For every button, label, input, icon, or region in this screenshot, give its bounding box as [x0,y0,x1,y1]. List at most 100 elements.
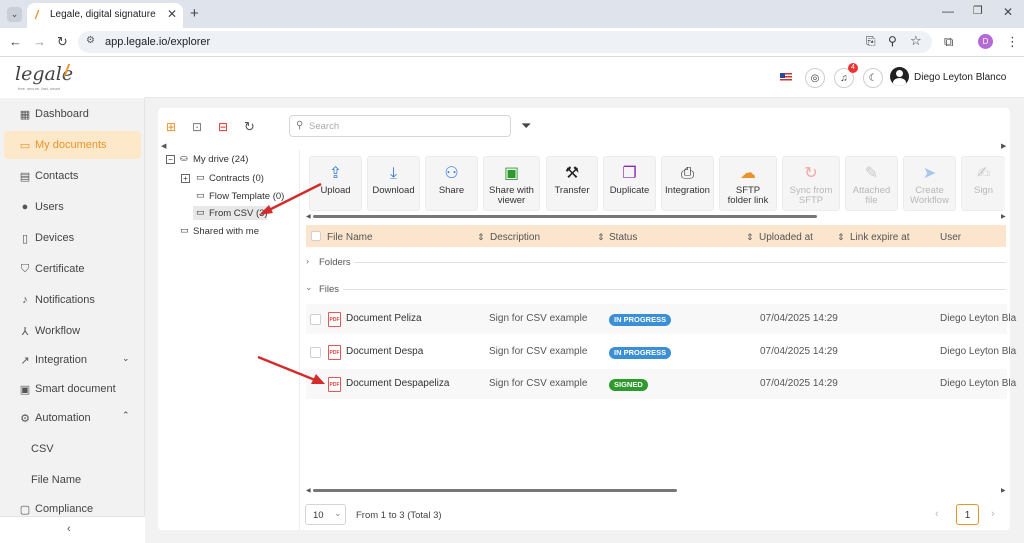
create-workflow-button[interactable]: ➤ Create Workflow [903,156,956,211]
url-field[interactable]: ⚙ app.legale.io/explorer ⎘ ⚲ ☆ [78,31,932,53]
share-with-viewer-button[interactable]: ▣ Share with viewer [483,156,540,211]
new-tab-icon[interactable]: + [190,6,199,21]
search-input[interactable]: ⚲ Search [289,115,511,137]
install-app-icon[interactable]: ⎘ [866,34,876,49]
scroll-left-icon[interactable]: ◀ [161,142,166,150]
sidebar-item-certificate[interactable]: ⛉ Certificate [4,255,141,283]
scroll-right-icon[interactable]: ▶ [1001,142,1006,150]
table-scrollbar-thumb[interactable] [313,489,677,492]
transfer-button[interactable]: ⚒ Transfer [546,156,598,211]
table-row[interactable]: PDF Document Peliza Sign for CSV example… [306,304,1016,334]
site-settings-icon[interactable]: ⚙ [86,35,95,46]
send-icon: ➤ [922,165,937,182]
sign-button[interactable]: ✍ Sign [961,156,1005,211]
chevron-right-icon[interactable]: › [306,256,309,266]
sidebar-item-dashboard[interactable]: ▦ Dashboard [4,100,141,128]
browser-tab[interactable]: / Legale, digital signature ✕ [27,3,183,28]
filter-icon[interactable]: ⏷ [521,118,531,134]
logo[interactable]: legale / free. secure. fast. smart [0,58,145,98]
collapse-icon[interactable]: − [166,155,175,164]
dark-mode-icon[interactable]: ☾ [863,68,883,88]
search-icon: ⚲ [296,120,304,131]
expand-icon[interactable]: + [181,174,190,183]
sidebar-item-notifications[interactable]: ♪ Notifications [4,286,141,314]
sort-icon[interactable]: ⇕ [837,227,845,248]
tree-item-shared[interactable]: Shared with me [193,226,259,237]
reload-icon[interactable]: ↻ [57,35,68,48]
minimize-icon[interactable]: — [942,5,954,17]
download-button[interactable]: ⤓ Download [367,156,420,211]
avatar[interactable] [890,67,909,86]
integration-button[interactable]: ⎙ Integration [661,156,714,211]
us-flag-icon[interactable] [780,73,792,82]
sign-label: Sign [973,185,993,196]
sidebar-item-automation[interactable]: ⚙ Automation ⌃ [4,404,141,432]
sidebar-collapse-bar[interactable]: ‹ [0,516,145,543]
column-header-link-expire-at[interactable]: Link expire at [850,227,909,248]
sidebar-item-csv[interactable]: CSV [4,435,141,463]
file-name[interactable]: Document Peliza [346,304,422,334]
user-name[interactable]: Diego Leyton Blanco [914,72,1006,83]
chevron-down-icon[interactable]: ⌄ [305,282,313,293]
zoom-icon[interactable]: ⚲ [888,34,897,48]
sidebar-item-integration[interactable]: ↗ Integration ⌄ [4,346,141,374]
restore-icon[interactable]: ❐ [973,6,983,17]
sort-icon[interactable]: ⇕ [746,227,754,248]
tab-list-icon[interactable]: ⌄ [7,7,22,22]
prev-page-icon[interactable]: ‹ [935,508,939,520]
sync-from-sftp-button[interactable]: ↻ Sync from SFTP [782,156,840,211]
sidebar-item-users[interactable]: ● Users [4,193,141,221]
table-row[interactable]: PDF Document Despapeliza Sign for CSV ex… [306,369,1016,399]
sidebar-item-my-documents[interactable]: ▭ My documents [4,131,141,159]
profile-avatar[interactable]: D [978,34,993,49]
browser-menu-icon[interactable]: ⋮ [1006,35,1019,48]
column-header-status[interactable]: Status [609,227,637,248]
support-icon[interactable]: ◎ [805,68,825,88]
move-folder-icon[interactable]: ⊡ [192,120,202,134]
tree-root[interactable]: My drive (24) [193,154,248,165]
new-folder-icon[interactable]: ⊞ [166,120,176,134]
close-tab-icon[interactable]: ✕ [167,7,177,21]
column-header-uploaded-at[interactable]: Uploaded at [759,227,813,248]
column-header-user[interactable]: User [940,227,961,248]
back-icon[interactable]: ← [9,35,22,48]
sidebar-item-contacts[interactable]: ▤ Contacts [4,162,141,190]
table-row[interactable]: PDF Document Despa Sign for CSV example … [306,337,1016,367]
sidebar-item-smart-document[interactable]: ▣ Smart document [4,375,141,403]
sidebar-item-workflow[interactable]: ⅄ Workflow [4,317,141,345]
page-size-select[interactable]: 10 ⌄ [305,504,346,525]
sort-icon[interactable]: ⇕ [477,227,485,248]
attached-file-button[interactable]: ✎ Attached file [845,156,898,211]
sidebar-item-file-name[interactable]: File Name [4,466,141,494]
divider [354,262,1006,263]
column-header-file-name[interactable]: File Name [327,227,373,248]
user-icon: ● [21,201,29,213]
duplicate-button[interactable]: ❐ Duplicate [603,156,656,211]
scroll-right-icon[interactable]: ▶ [1001,487,1006,494]
delete-folder-icon[interactable]: ⊟ [218,120,228,134]
select-all-checkbox[interactable] [311,231,321,241]
sidebar-item-compliance[interactable]: ▢ Compliance [4,500,141,516]
smart-document-icon: ▣ [19,383,31,396]
sidebar-item-devices[interactable]: ▯ Devices [4,224,141,252]
sidebar-item-label: Smart document [35,383,116,395]
bookmark-star-icon[interactable]: ☆ [910,33,922,49]
refresh-icon[interactable]: ↻ [244,119,255,135]
page-button-current[interactable]: 1 [956,504,979,525]
share-button[interactable]: ⚇ Share [425,156,478,211]
group-files[interactable]: Files [319,284,339,295]
file-name[interactable]: Document Despa [346,337,423,367]
file-name[interactable]: Document Despapeliza [346,369,449,399]
sort-icon[interactable]: ⇕ [597,227,605,248]
forward-icon[interactable]: → [33,35,46,48]
scroll-left-icon[interactable]: ◀ [306,487,311,494]
row-checkbox[interactable] [310,314,321,325]
next-page-icon[interactable]: › [991,508,995,520]
scroll-right-icon[interactable]: ▶ [1001,213,1006,220]
sftp-folder-link-button[interactable]: ☁ SFTP folder link [719,156,777,211]
toolbar-scrollbar-thumb[interactable] [313,215,817,218]
close-window-icon[interactable]: ✕ [1003,6,1013,18]
group-folders[interactable]: Folders [319,257,351,268]
column-header-description[interactable]: Description [490,227,540,248]
extensions-icon[interactable]: ⧉ [944,35,953,48]
